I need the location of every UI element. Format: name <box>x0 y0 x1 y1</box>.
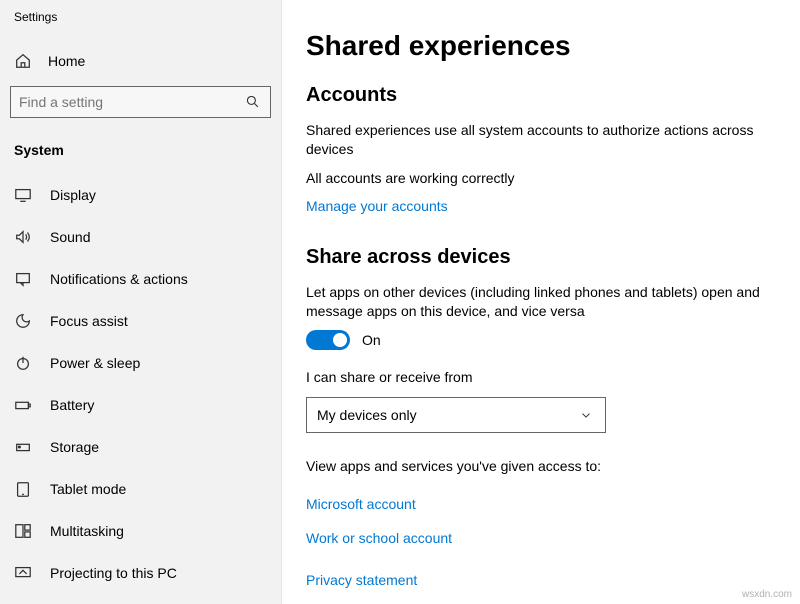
share-heading: Share across devices <box>306 246 770 269</box>
search-box[interactable] <box>10 86 271 118</box>
home-button[interactable]: Home <box>0 44 281 78</box>
sidebar-item-battery[interactable]: Battery <box>0 384 281 426</box>
sidebar-item-tablet-mode[interactable]: Tablet mode <box>0 468 281 510</box>
search-input[interactable] <box>19 94 244 110</box>
nav-label: Tablet mode <box>50 481 126 497</box>
microsoft-account-link[interactable]: Microsoft account <box>306 496 416 512</box>
home-icon <box>14 52 32 70</box>
share-toggle[interactable] <box>306 330 350 350</box>
nav-label: Sound <box>50 229 90 245</box>
sidebar-item-power-sleep[interactable]: Power & sleep <box>0 342 281 384</box>
sound-icon <box>14 228 32 246</box>
receive-dropdown[interactable]: My devices only <box>306 397 606 433</box>
multitasking-icon <box>14 522 32 540</box>
storage-icon <box>14 438 32 456</box>
projecting-icon <box>14 564 32 582</box>
dropdown-value: My devices only <box>317 407 417 423</box>
display-icon <box>14 186 32 204</box>
focus-assist-icon <box>14 312 32 330</box>
nav-label: Focus assist <box>50 313 128 329</box>
tablet-icon <box>14 480 32 498</box>
share-desc: Let apps on other devices (including lin… <box>306 283 770 321</box>
nav-label: Notifications & actions <box>50 271 188 287</box>
accounts-desc: Shared experiences use all system accoun… <box>306 121 770 159</box>
sidebar-item-sound[interactable]: Sound <box>0 216 281 258</box>
page-title: Shared experiences <box>306 30 770 62</box>
sidebar-item-multitasking[interactable]: Multitasking <box>0 510 281 552</box>
nav-label: Display <box>50 187 96 203</box>
watermark: wsxdn.com <box>742 589 792 600</box>
nav-label: Battery <box>50 397 94 413</box>
share-toggle-row: On <box>306 330 770 350</box>
sidebar-item-projecting[interactable]: Projecting to this PC <box>0 552 281 594</box>
power-icon <box>14 354 32 372</box>
sidebar: Settings Home System Display Sound Notif… <box>0 0 282 604</box>
battery-icon <box>14 396 32 414</box>
view-apps-label: View apps and services you've given acce… <box>306 457 770 476</box>
sidebar-item-focus-assist[interactable]: Focus assist <box>0 300 281 342</box>
nav-label: Power & sleep <box>50 355 140 371</box>
sidebar-item-storage[interactable]: Storage <box>0 426 281 468</box>
nav-label: Projecting to this PC <box>50 565 177 581</box>
notifications-icon <box>14 270 32 288</box>
nav-label: Storage <box>50 439 99 455</box>
share-toggle-label: On <box>362 332 381 348</box>
work-school-account-link[interactable]: Work or school account <box>306 530 452 546</box>
main-content: Shared experiences Accounts Shared exper… <box>282 0 800 604</box>
chevron-down-icon <box>577 406 595 424</box>
manage-accounts-link[interactable]: Manage your accounts <box>306 198 448 214</box>
home-label: Home <box>48 53 85 69</box>
privacy-statement-link[interactable]: Privacy statement <box>306 572 417 588</box>
app-title: Settings <box>0 10 281 44</box>
nav-list: Display Sound Notifications & actions Fo… <box>0 174 281 594</box>
accounts-heading: Accounts <box>306 84 770 107</box>
sidebar-item-display[interactable]: Display <box>0 174 281 216</box>
sidebar-item-notifications[interactable]: Notifications & actions <box>0 258 281 300</box>
category-header: System <box>0 132 281 174</box>
receive-label: I can share or receive from <box>306 368 770 387</box>
accounts-status: All accounts are working correctly <box>306 169 770 188</box>
nav-label: Multitasking <box>50 523 124 539</box>
search-icon <box>244 93 262 111</box>
